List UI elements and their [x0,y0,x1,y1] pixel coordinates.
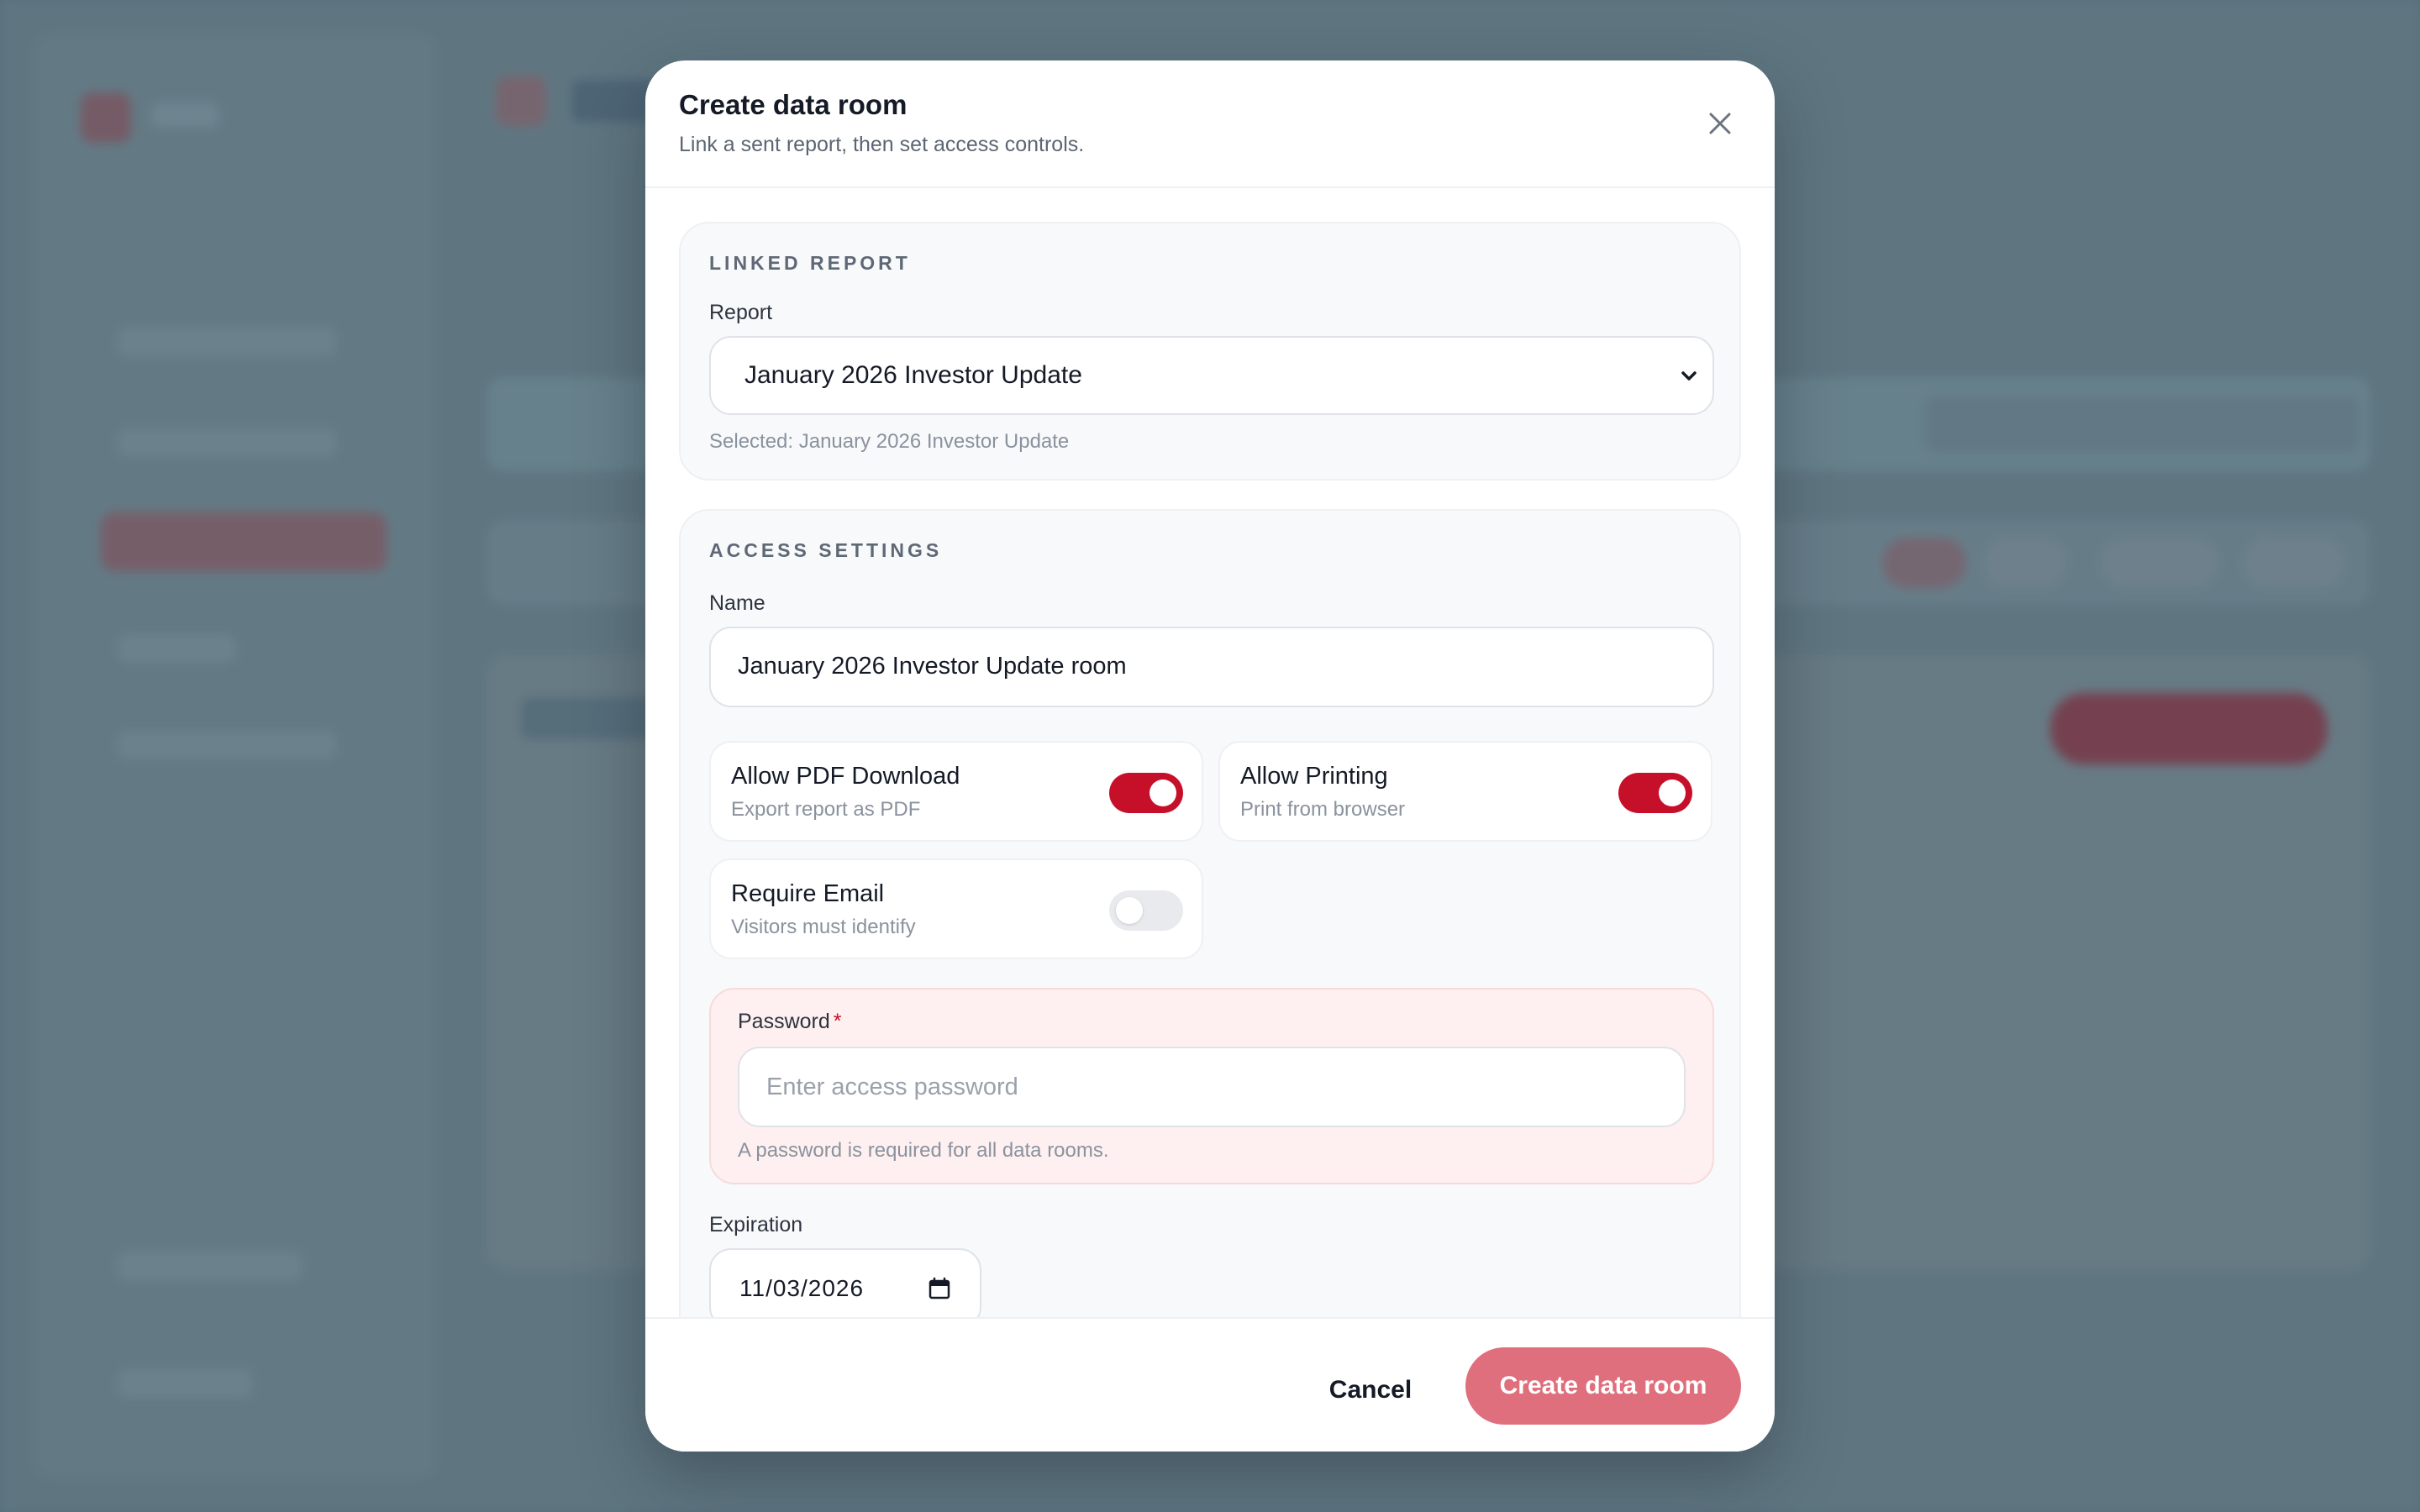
toggle-subtitle: Export report as PDF [731,798,921,821]
modal-header: Create data room Link a sent report, the… [645,60,1775,188]
password-helper-text: A password is required for all data room… [738,1139,1109,1162]
toggle-title: Require Email [731,880,885,907]
close-button[interactable] [1699,102,1741,144]
name-label: Name [709,591,765,615]
report-label: Report [709,301,773,324]
modal-footer: Cancel Create data room [645,1317,1775,1452]
create-data-room-button[interactable]: Create data room [1465,1347,1741,1425]
allow-printing-toggle[interactable] [1618,773,1692,813]
cancel-button[interactable]: Cancel [1316,1352,1425,1428]
toggle-card-pdf-download: Allow PDF Download Export report as PDF [709,741,1203,842]
password-label-text: Password [738,1010,830,1033]
access-settings-card: ACCESS SETTINGS Name January 2026 Invest… [679,509,1741,1317]
toggle-title: Allow Printing [1240,763,1388,790]
toggle-knob [1659,780,1686,806]
password-input[interactable]: Enter access password [738,1047,1686,1127]
linked-report-card: LINKED REPORT Report January 2026 Invest… [679,222,1741,480]
require-email-toggle[interactable] [1109,890,1183,931]
modal-body[interactable]: LINKED REPORT Report January 2026 Invest… [645,188,1775,1317]
toggle-knob [1150,780,1176,806]
toggle-card-printing: Allow Printing Print from browser [1218,741,1712,842]
allow-pdf-download-toggle[interactable] [1109,773,1183,813]
password-label: Password * [738,1010,842,1034]
expiration-label: Expiration [709,1213,803,1236]
access-settings-section-label: ACCESS SETTINGS [709,539,943,561]
name-input[interactable]: January 2026 Investor Update room [709,627,1714,707]
calendar-icon[interactable] [928,1277,951,1300]
name-input-value: January 2026 Investor Update room [738,653,1127,680]
expiration-date-value: 11/03/2026 [739,1275,865,1301]
toggle-subtitle: Print from browser [1240,798,1406,821]
report-select[interactable]: January 2026 Investor Update [709,336,1714,415]
create-data-room-modal: Create data room Link a sent report, the… [645,60,1775,1452]
report-select-value: January 2026 Investor Update [744,361,1082,389]
required-mark: * [833,1010,842,1033]
toggle-subtitle: Visitors must identify [731,916,916,938]
modal-subtitle: Link a sent report, then set access cont… [679,133,1085,156]
toggle-card-require-email: Require Email Visitors must identify [709,858,1203,959]
close-icon [1709,113,1731,134]
toggle-title: Allow PDF Download [731,763,960,790]
toggle-knob [1116,897,1143,924]
linked-report-section-label: LINKED REPORT [709,252,911,274]
password-section: Password * Enter access password A passwo… [709,988,1714,1184]
chevron-down-icon [1681,371,1697,381]
expiration-date-input[interactable]: 11/03/2026 [709,1248,981,1317]
password-placeholder: Enter access password [766,1074,1018,1100]
modal-title: Create data room [679,89,908,120]
selected-report-text: Selected: January 2026 Investor Update [709,430,1070,453]
